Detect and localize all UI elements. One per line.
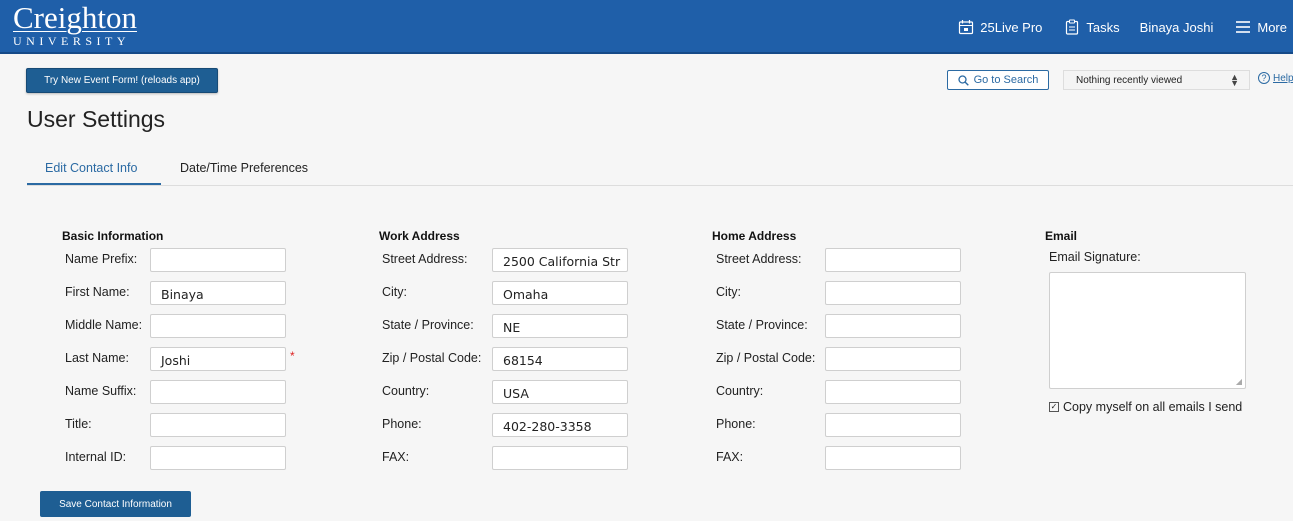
nav-tasks[interactable]: Tasks — [1064, 19, 1120, 35]
name-suffix-label: Name Suffix: — [65, 384, 137, 398]
name-prefix-field[interactable] — [150, 248, 286, 272]
work-country-label: Country: — [382, 384, 430, 398]
copy-myself-label: Copy myself on all emails I send — [1063, 400, 1243, 414]
name-prefix-label: Name Prefix: — [65, 252, 138, 266]
active-tab-indicator — [27, 183, 161, 185]
work-phone-field[interactable]: 402-280-3358 — [492, 413, 628, 437]
search-icon — [957, 74, 969, 86]
nav-25live-pro[interactable]: 25Live Pro — [958, 19, 1042, 35]
first-name-field[interactable]: Binaya — [150, 281, 286, 305]
select-arrows-icon: ▲ ▼ — [1230, 72, 1239, 88]
copy-myself-checkbox[interactable]: ✓ — [1049, 402, 1059, 412]
last-name-label: Last Name: — [65, 351, 129, 365]
work-state-field[interactable]: NE — [492, 314, 628, 338]
basic-information-heading: Basic Information — [62, 229, 164, 243]
home-country-label: Country: — [716, 384, 764, 398]
first-name-label: First Name: — [65, 285, 130, 299]
top-header-bar: Creighton UNIVERSITY 25Live Pro Tasks Bi… — [0, 0, 1293, 54]
logo-subtitle: UNIVERSITY — [13, 34, 130, 48]
internal-id-label: Internal ID: — [65, 450, 127, 464]
work-fax-field[interactable] — [492, 446, 628, 470]
tab-date-time-preferences[interactable]: Date/Time Preferences — [180, 161, 308, 175]
nav-more-label: More — [1257, 19, 1287, 35]
recently-viewed-value: Nothing recently viewed — [1076, 74, 1183, 86]
name-suffix-field[interactable] — [150, 380, 286, 404]
go-to-search-label: Go to Search — [973, 74, 1039, 86]
user-name-label: Binaya Joshi — [1139, 19, 1214, 35]
home-address-heading: Home Address — [712, 229, 797, 243]
work-street-label: Street Address: — [382, 252, 468, 266]
home-zip-field[interactable] — [825, 347, 961, 371]
title-label: Title: — [65, 417, 92, 431]
logo-wordmark: Creighton — [13, 0, 137, 35]
calendar-icon — [959, 20, 974, 35]
work-fax-label: FAX: — [382, 450, 410, 464]
clipboard-icon — [1066, 19, 1079, 35]
home-city-field[interactable] — [825, 281, 961, 305]
nav-tasks-label: Tasks — [1086, 19, 1120, 35]
title-field[interactable] — [150, 413, 286, 437]
middle-name-field[interactable] — [150, 314, 286, 338]
home-phone-field[interactable] — [825, 413, 961, 437]
home-street-field[interactable] — [825, 248, 961, 272]
middle-name-label: Middle Name: — [65, 318, 143, 332]
nav-user-name[interactable]: Binaya Joshi — [1140, 20, 1214, 35]
resize-grip-icon[interactable]: ◢ — [1236, 377, 1242, 386]
last-name-field[interactable]: Joshi — [150, 347, 286, 371]
home-city-label: City: — [716, 285, 741, 299]
internal-id-field[interactable] — [150, 446, 286, 470]
work-street-field[interactable]: 2500 California Str — [492, 248, 628, 272]
email-heading: Email — [1045, 229, 1078, 243]
page-title: User Settings — [27, 106, 166, 132]
work-country-field[interactable]: USA — [492, 380, 628, 404]
nav-25live-pro-label: 25Live Pro — [980, 19, 1043, 35]
home-street-label: Street Address: — [716, 252, 802, 266]
home-phone-label: Phone: — [716, 417, 756, 431]
work-city-label: City: — [382, 285, 407, 299]
home-state-label: State / Province: — [716, 318, 808, 332]
help-label: Help — [1273, 72, 1293, 84]
settings-tabs: Edit Contact Info Date/Time Preferences — [27, 150, 1293, 186]
help-link[interactable]: ? Help — [1258, 72, 1293, 84]
try-new-event-form-button[interactable]: Try New Event Form! (reloads app) — [26, 68, 218, 93]
email-signature-label: Email Signature: — [1049, 250, 1141, 264]
email-signature-textarea[interactable]: ◢ — [1049, 272, 1246, 389]
work-state-label: State / Province: — [382, 318, 474, 332]
work-phone-label: Phone: — [382, 417, 422, 431]
top-navigation: 25Live Pro Tasks Binaya Joshi More — [936, 19, 1287, 35]
home-zip-label: Zip / Postal Code: — [716, 351, 816, 365]
go-to-search-button[interactable]: Go to Search — [947, 70, 1049, 90]
work-zip-field[interactable]: 68154 — [492, 347, 628, 371]
work-address-heading: Work Address — [379, 229, 460, 243]
nav-more-menu[interactable]: More — [1235, 20, 1287, 35]
creighton-logo[interactable]: Creighton UNIVERSITY — [13, 2, 137, 47]
help-circle-icon: ? — [1258, 72, 1270, 84]
work-city-field[interactable]: Omaha — [492, 281, 628, 305]
tab-edit-contact-info[interactable]: Edit Contact Info — [45, 161, 137, 175]
recently-viewed-select[interactable]: Nothing recently viewed ▲ ▼ — [1063, 70, 1250, 90]
home-fax-field[interactable] — [825, 446, 961, 470]
home-state-field[interactable] — [825, 314, 961, 338]
home-country-field[interactable] — [825, 380, 961, 404]
home-fax-label: FAX: — [716, 450, 744, 464]
required-indicator: * — [290, 349, 295, 363]
copy-myself-option[interactable]: ✓ Copy myself on all emails I send — [1049, 400, 1242, 414]
save-contact-information-button[interactable]: Save Contact Information — [40, 491, 191, 517]
work-zip-label: Zip / Postal Code: — [382, 351, 482, 365]
hamburger-menu-icon — [1236, 21, 1251, 33]
